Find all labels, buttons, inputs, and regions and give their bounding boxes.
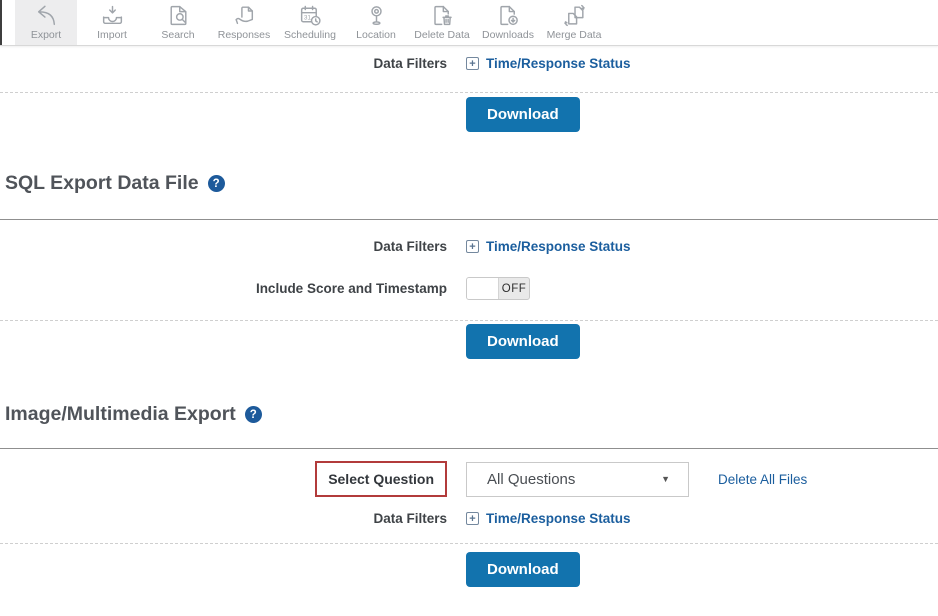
toolbar-item-label: Search <box>161 29 194 41</box>
time-response-status-link[interactable]: + Time/Response Status <box>466 239 631 254</box>
image-export-title: Image/Multimedia Export <box>5 403 236 426</box>
data-filters-row-image: Data Filters + Time/Response Status <box>0 511 938 526</box>
downloads-icon <box>496 3 521 28</box>
toolbar-item-import[interactable]: Import <box>81 0 143 45</box>
help-icon[interactable]: ? <box>245 406 262 423</box>
help-icon[interactable]: ? <box>208 175 225 192</box>
expand-plus-icon: + <box>466 57 479 70</box>
question-select-value: All Questions <box>487 471 661 488</box>
time-response-status-label: Time/Response Status <box>486 511 631 526</box>
data-filters-row-top: Data Filters + Time/Response Status <box>0 56 938 71</box>
expand-plus-icon: + <box>466 240 479 253</box>
toggle-knob <box>467 278 499 299</box>
location-icon <box>364 3 389 28</box>
delete-data-icon <box>430 3 455 28</box>
chevron-down-icon: ▼ <box>661 474 670 484</box>
toolbar: Export Import Search <box>0 0 938 46</box>
download-button-image[interactable]: Download <box>466 552 580 587</box>
toolbar-item-label: Export <box>31 29 61 41</box>
dashed-divider <box>0 92 938 93</box>
time-response-status-label: Time/Response Status <box>486 239 631 254</box>
download-button-top[interactable]: Download <box>466 97 580 132</box>
merge-data-icon <box>562 3 587 28</box>
data-filters-label: Data Filters <box>0 511 447 526</box>
include-score-label: Include Score and Timestamp <box>0 281 447 296</box>
scheduling-icon: 31 <box>298 3 323 28</box>
time-response-status-link[interactable]: + Time/Response Status <box>466 511 631 526</box>
data-filters-row-sql: Data Filters + Time/Response Status <box>0 239 938 254</box>
question-select-dropdown[interactable]: All Questions ▼ <box>466 462 689 497</box>
toggle-state-label: OFF <box>499 278 529 299</box>
toolbar-item-label: Scheduling <box>284 29 336 41</box>
import-icon <box>100 3 125 28</box>
include-score-toggle[interactable]: OFF <box>466 277 530 300</box>
responses-icon <box>232 3 257 28</box>
time-response-status-label: Time/Response Status <box>486 56 631 71</box>
sql-export-heading: SQL Export Data File ? <box>0 172 938 195</box>
select-question-row: Select Question All Questions ▼ Delete A… <box>0 461 938 497</box>
section-rule <box>0 448 938 449</box>
toolbar-item-merge-data[interactable]: Merge Data <box>543 0 605 45</box>
toolbar-item-label: Responses <box>218 29 271 41</box>
toolbar-item-location[interactable]: Location <box>345 0 407 45</box>
sql-export-title: SQL Export Data File <box>5 172 199 195</box>
svg-text:31: 31 <box>303 14 311 21</box>
image-export-heading: Image/Multimedia Export ? <box>0 403 938 426</box>
expand-plus-icon: + <box>466 512 479 525</box>
toolbar-item-downloads[interactable]: Downloads <box>477 0 539 45</box>
export-content: Data Filters + Time/Response Status Down… <box>0 46 938 587</box>
search-icon <box>166 3 191 28</box>
window-edge <box>0 0 2 45</box>
toolbar-item-label: Import <box>97 29 127 41</box>
data-filters-label: Data Filters <box>0 56 447 71</box>
include-score-row: Include Score and Timestamp OFF <box>0 277 938 300</box>
delete-all-files-link[interactable]: Delete All Files <box>718 472 807 487</box>
section-rule <box>0 219 938 220</box>
toolbar-item-export[interactable]: Export <box>15 0 77 45</box>
toolbar-item-label: Location <box>356 29 396 41</box>
select-question-highlight: Select Question <box>315 461 447 497</box>
export-icon <box>34 3 59 28</box>
toolbar-item-scheduling[interactable]: 31 Scheduling <box>279 0 341 45</box>
toolbar-item-delete-data[interactable]: Delete Data <box>411 0 473 45</box>
toolbar-item-label: Delete Data <box>414 29 469 41</box>
dashed-divider <box>0 543 938 544</box>
data-filters-label: Data Filters <box>0 239 447 254</box>
toolbar-item-search[interactable]: Search <box>147 0 209 45</box>
toolbar-item-label: Merge Data <box>547 29 602 41</box>
export-page: Export Import Search <box>0 0 938 616</box>
time-response-status-link[interactable]: + Time/Response Status <box>466 56 631 71</box>
toolbar-item-responses[interactable]: Responses <box>213 0 275 45</box>
toolbar-item-label: Downloads <box>482 29 534 41</box>
download-button-sql[interactable]: Download <box>466 324 580 359</box>
dashed-divider <box>0 320 938 321</box>
select-question-label: Select Question <box>328 471 434 487</box>
